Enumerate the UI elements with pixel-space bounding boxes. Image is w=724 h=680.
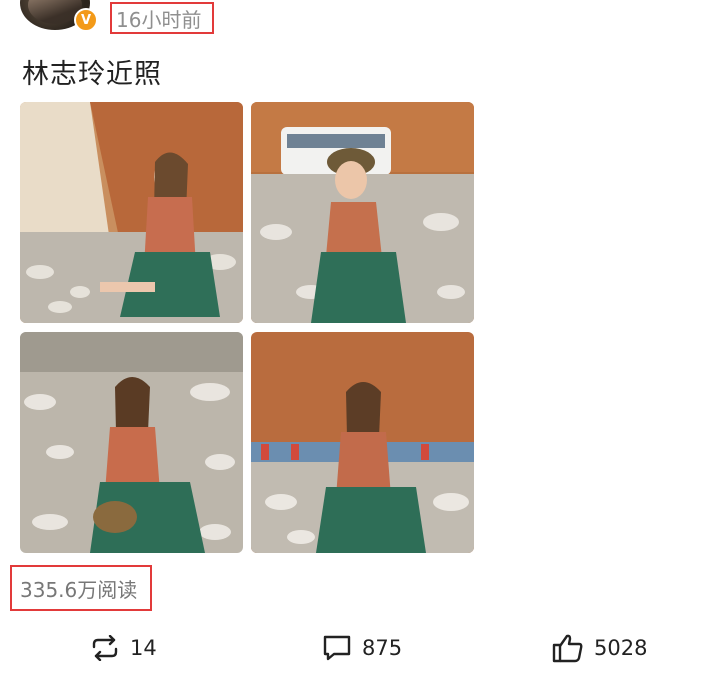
photo-2[interactable] xyxy=(251,102,474,323)
verified-badge-icon: V xyxy=(74,8,98,32)
photo-4[interactable] xyxy=(251,332,474,553)
action-bar: 14 875 5028 xyxy=(0,620,724,680)
repost-button[interactable]: 14 xyxy=(90,630,157,666)
repost-count: 14 xyxy=(130,636,157,660)
photo-grid xyxy=(20,102,474,554)
repost-icon xyxy=(90,635,120,661)
photo-1[interactable] xyxy=(20,102,243,323)
read-count: 335.6万阅读 xyxy=(10,565,152,611)
comment-icon xyxy=(322,634,352,662)
comment-button[interactable]: 875 xyxy=(322,630,402,666)
like-button[interactable]: 5028 xyxy=(552,630,647,666)
post-title: 林志玲近照 xyxy=(22,59,162,90)
photo-3[interactable] xyxy=(20,332,243,553)
comment-count: 875 xyxy=(362,636,403,660)
like-count: 5028 xyxy=(594,636,648,660)
thumbs-up-icon xyxy=(552,633,584,663)
post-time: 16小时前 xyxy=(110,2,214,34)
